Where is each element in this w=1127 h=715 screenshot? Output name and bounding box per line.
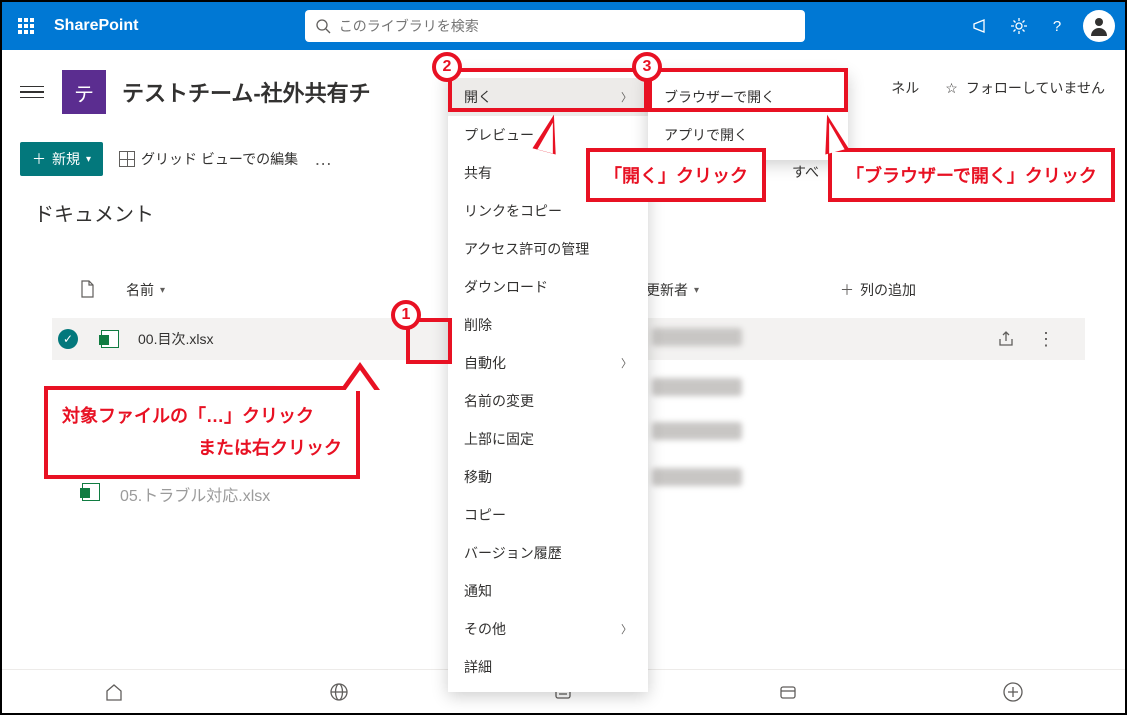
check-icon[interactable]: ✓ [58,329,78,349]
grid-icon [119,151,135,167]
new-button[interactable]: ＋ 新規 ▾ [20,142,103,176]
toolbar-more[interactable]: … [314,149,334,170]
col-add[interactable]: ＋列の追加 [840,280,916,300]
search-input[interactable] [339,18,795,34]
account-avatar[interactable] [1083,10,1115,42]
file-name[interactable]: 05.トラブル対応.xlsx [120,482,270,506]
menu-alert[interactable]: 通知 [448,572,648,610]
app-launcher[interactable] [2,2,50,50]
modified-by-blurred [652,328,742,346]
search-box[interactable] [305,10,805,42]
menu-rename[interactable]: 名前の変更 [448,382,648,420]
callout-2: 「開く」クリック [586,148,766,202]
help-icon[interactable]: ? [1047,16,1067,36]
site-name[interactable]: テストチーム-社外共有チ [122,76,371,108]
col-type-icon[interactable] [80,280,94,298]
modified-by-blurred [652,422,742,440]
menu-move[interactable]: 移動 [448,458,648,496]
col-modified-by[interactable]: 更新者▾ [646,280,699,300]
menu-manage-access[interactable]: アクセス許可の管理 [448,230,648,268]
svg-text:?: ? [1053,18,1061,35]
file-name[interactable]: 00.目次.xlsx [138,329,213,349]
megaphone-icon[interactable] [971,16,991,36]
highlight-open [448,68,648,112]
brand-label[interactable]: SharePoint [54,17,138,35]
row-more-button[interactable]: ⋮ [1037,329,1055,350]
add-icon[interactable] [1002,681,1024,703]
plus-icon: ＋ [32,149,46,169]
chevron-down-icon: ▾ [694,285,699,296]
menu-delete[interactable]: 削除 [448,306,648,344]
callout-3: 「ブラウザーで開く」クリック [828,148,1115,202]
grid-edit-label: グリッド ビューでの編集 [141,149,298,169]
excel-file-icon [82,483,102,506]
modified-by-blurred [652,468,742,486]
modified-by-blurred [652,378,742,396]
grid-edit-button[interactable]: グリッド ビューでの編集 [119,149,298,169]
settings-icon[interactable] [1009,16,1029,36]
table-row[interactable]: 05.トラブル対応.xlsx [82,474,270,514]
col-name[interactable]: 名前▾ [126,280,165,300]
globe-icon[interactable] [328,681,350,703]
follow-label[interactable]: フォローしていません [966,78,1105,98]
panel-suffix: ネル [891,78,919,98]
excel-file-icon [100,329,120,349]
plus-icon: ＋ [840,280,854,300]
step-badge-1: 1 [391,300,421,330]
menu-automate[interactable]: 自動化〉 [448,344,648,382]
chevron-down-icon: ▾ [86,154,91,165]
chevron-down-icon: ▾ [160,285,165,296]
menu-pin-top[interactable]: 上部に固定 [448,420,648,458]
nav-toggle[interactable] [20,80,44,104]
menu-download[interactable]: ダウンロード [448,268,648,306]
menu-details[interactable]: 詳細 [448,648,648,686]
follow-star-icon[interactable]: ☆ [945,80,958,97]
highlight-open-browser [648,68,848,112]
search-icon [315,18,331,34]
menu-version-history[interactable]: バージョン履歴 [448,534,648,572]
share-icon[interactable] [997,330,1015,348]
step-badge-3: 3 [632,52,662,82]
site-icon[interactable]: テ [62,70,106,114]
chevron-right-icon: 〉 [621,355,632,371]
all-docs-label-cut: すべ [792,162,819,182]
new-button-label: 新規 [52,149,80,169]
chevron-right-icon: 〉 [621,621,632,637]
home-icon[interactable] [103,681,125,703]
callout-1: 対象ファイルの「…」クリック または右クリック [44,386,360,479]
library-title: ドキュメント [34,198,154,227]
step-badge-2: 2 [432,52,462,82]
library-icon[interactable] [777,681,799,703]
menu-other[interactable]: その他〉 [448,610,648,648]
menu-copy[interactable]: コピー [448,496,648,534]
